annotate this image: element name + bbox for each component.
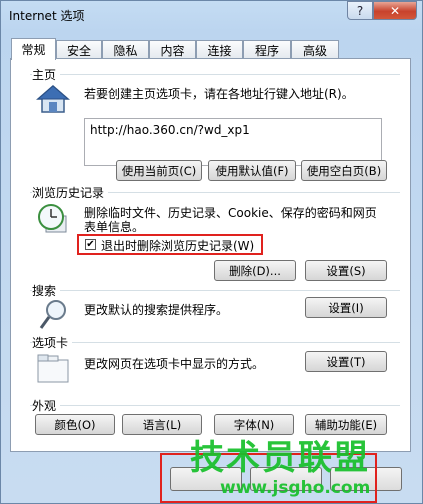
close-button[interactable]: ✕: [373, 1, 417, 20]
delete-on-exit-highlight: ✔ 退出时删除浏览历史记录(W): [77, 234, 263, 255]
use-current-button[interactable]: 使用当前页(C): [116, 160, 202, 181]
home-section-title: 主页: [32, 66, 61, 83]
tab-programs[interactable]: 程序: [243, 40, 291, 59]
appearance-section-title: 外观: [32, 397, 61, 414]
history-clock-icon: [36, 202, 70, 239]
tabs-section-title: 选项卡: [32, 334, 73, 351]
search-section-title: 搜索: [32, 282, 61, 299]
watermark-text: 技术员联盟: [190, 438, 370, 478]
tab-general[interactable]: 常规: [11, 38, 56, 60]
tab-connections[interactable]: 连接: [196, 40, 243, 59]
window-title: Internet 选项: [9, 9, 85, 23]
use-blank-button[interactable]: 使用空白页(B): [301, 160, 387, 181]
home-url-value: http://hao.360.cn/?wd_xp1: [90, 123, 250, 137]
tab-content[interactable]: 内容: [149, 40, 196, 59]
search-settings-button[interactable]: 设置(I): [305, 297, 387, 318]
tab-advanced[interactable]: 高级: [291, 40, 339, 59]
colors-button[interactable]: 颜色(O): [35, 414, 115, 435]
search-divider: [30, 290, 400, 291]
delete-history-button[interactable]: 删除(D)...: [214, 260, 296, 281]
watermark-url: www.jsgho.com: [220, 478, 371, 498]
appearance-divider: [30, 405, 400, 406]
tab-privacy[interactable]: 隐私: [102, 40, 149, 59]
tabs-divider: [30, 342, 400, 343]
history-settings-button[interactable]: 设置(S): [305, 260, 387, 281]
delete-on-exit-label[interactable]: 退出时删除浏览历史记录(W): [101, 237, 254, 254]
home-description: 若要创建主页选项卡，请在各地址行键入地址(R)。: [84, 87, 354, 101]
home-divider: [30, 74, 400, 75]
history-section-title: 浏览历史记录: [32, 184, 109, 201]
search-description: 更改默认的搜索提供程序。: [84, 303, 229, 317]
home-url-input[interactable]: http://hao.360.cn/?wd_xp1: [84, 118, 382, 166]
tab-security[interactable]: 安全: [56, 40, 102, 59]
tabs-settings-button[interactable]: 设置(T): [305, 351, 387, 372]
use-default-button[interactable]: 使用默认值(F): [208, 160, 296, 181]
tabs-window-icon: [37, 354, 69, 387]
delete-on-exit-checkbox[interactable]: ✔: [85, 239, 96, 250]
tabs-description: 更改网页在选项卡中显示的方式。: [84, 357, 265, 371]
help-button[interactable]: ?: [347, 1, 373, 20]
home-icon: [35, 84, 71, 117]
history-description-line2: 表单信息。: [84, 220, 145, 234]
search-magnifier-icon: [38, 298, 70, 335]
